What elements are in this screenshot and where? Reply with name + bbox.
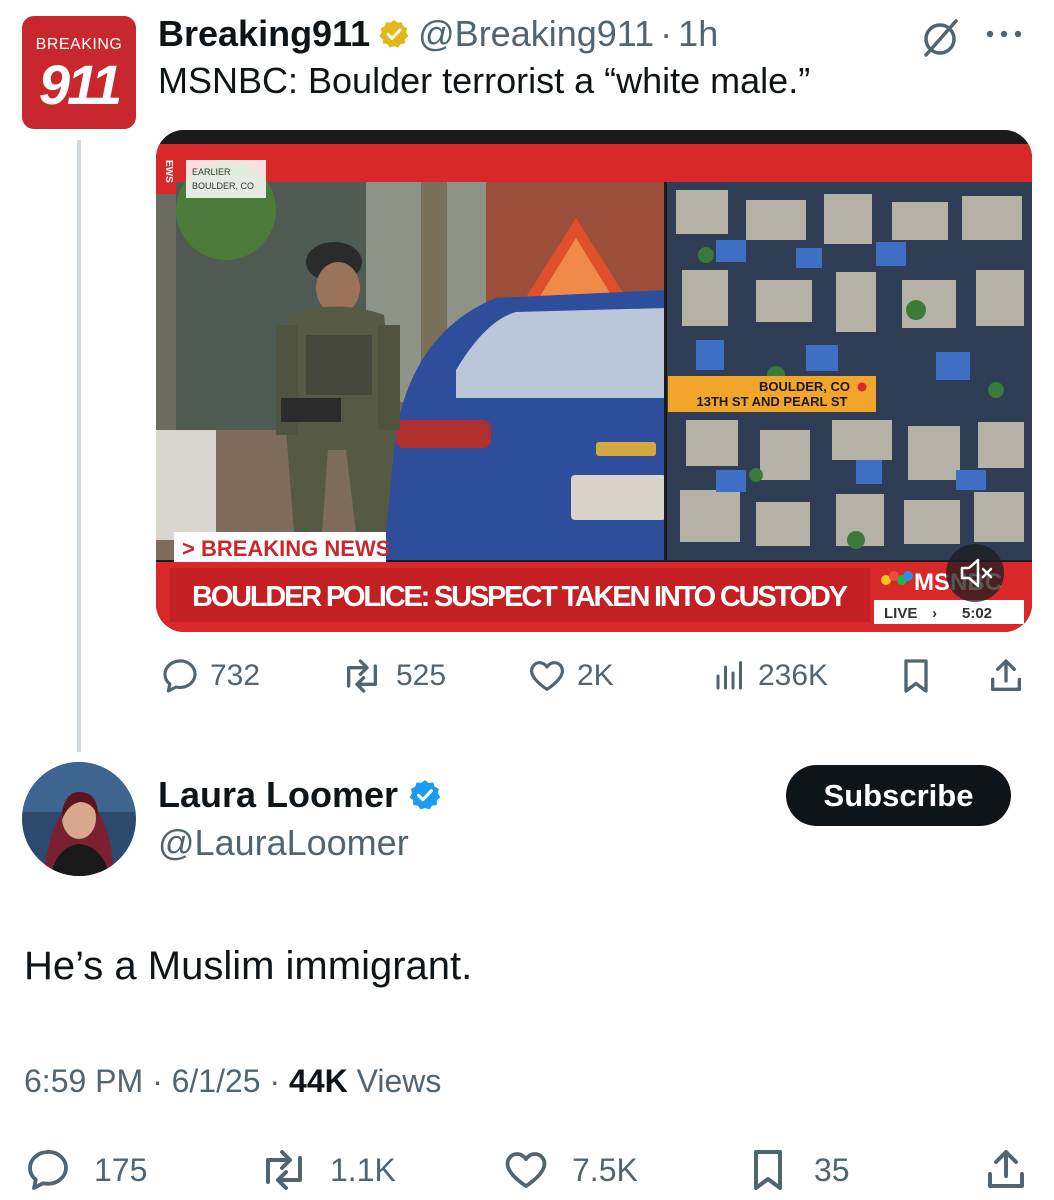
gold-checkmark-icon xyxy=(379,20,409,48)
views-button[interactable]: 236K xyxy=(712,656,828,696)
bookmark-icon xyxy=(904,659,928,693)
meta-separator: · xyxy=(152,1063,172,1099)
meta-separator: · xyxy=(269,1063,290,1099)
repost-button[interactable]: 1.1K xyxy=(256,1146,396,1194)
thread-connector-line xyxy=(77,140,81,752)
corner-tag-line2: BOULDER, CO xyxy=(192,181,254,191)
like-count: 7.5K xyxy=(572,1151,638,1188)
svg-text:›: › xyxy=(932,605,937,622)
bookmark-count: 35 xyxy=(814,1151,850,1188)
tweet-views-label: Views xyxy=(356,1063,442,1099)
mute-button[interactable] xyxy=(946,544,1004,602)
share-icon xyxy=(991,659,1021,691)
heart-icon xyxy=(530,661,564,691)
video-player[interactable]: BOULDER, CO 13TH ST AND PEARL ST EARLIER… xyxy=(156,130,1032,632)
reply-button[interactable]: 175 xyxy=(24,1146,147,1194)
reply-icon xyxy=(163,659,197,693)
quoted-tweet-header: Breaking911 @Breaking911 · 1h xyxy=(158,12,718,56)
analytics-icon xyxy=(716,661,742,690)
reply-tweet-text: He’s a Muslim immigrant. xyxy=(24,944,473,988)
tweet-views-count: 44K xyxy=(289,1063,348,1099)
avatar-911-text: 911 xyxy=(38,53,122,116)
live-time: 5:02 xyxy=(962,605,992,622)
reply-button[interactable]: 732 xyxy=(160,656,260,696)
breaking-news-label: > BREAKING NEWS xyxy=(182,536,390,561)
live-label: LIVE xyxy=(884,605,917,622)
author-display-name[interactable]: Breaking911 xyxy=(158,13,370,55)
speaker-muted-icon xyxy=(960,558,993,588)
map-tag-line1: BOULDER, CO xyxy=(759,379,850,394)
reply-author-handle[interactable]: @LauraLoomer xyxy=(158,822,409,864)
grok-icon[interactable] xyxy=(918,18,962,58)
map-tag-line2: 13TH ST AND PEARL ST xyxy=(697,394,848,409)
bookmark-button[interactable] xyxy=(896,656,936,696)
repost-button[interactable]: 525 xyxy=(338,656,446,696)
bookmark-icon xyxy=(754,1150,782,1190)
reply-count: 175 xyxy=(94,1151,148,1188)
like-count: 2K xyxy=(577,659,614,692)
heart-icon xyxy=(505,1152,547,1188)
subscribe-button[interactable]: Subscribe xyxy=(786,765,1011,826)
share-button[interactable] xyxy=(982,1146,1030,1194)
like-button[interactable]: 7.5K xyxy=(502,1146,638,1194)
repost-count: 1.1K xyxy=(330,1151,396,1188)
tweet-timestamp[interactable]: 6:59 PM xyxy=(24,1063,143,1099)
tweet-metadata: 6:59 PM · 6/1/25 · 44K Views xyxy=(24,1063,441,1100)
repost-icon xyxy=(266,1150,302,1190)
header-separator: · xyxy=(660,13,673,54)
reply-count: 732 xyxy=(210,659,261,692)
tweet-date[interactable]: 6/1/25 xyxy=(172,1063,261,1099)
breaking911-avatar[interactable]: BREAKING 911 xyxy=(22,16,136,129)
side-tag: EWS xyxy=(163,160,174,183)
tweet-time[interactable]: 1h xyxy=(678,13,718,55)
share-icon xyxy=(988,1150,1024,1188)
quoted-tweet-text: MSNBC: Boulder terrorist a “white male.” xyxy=(158,60,811,101)
like-button[interactable]: 2K xyxy=(527,656,614,696)
headline-text: BOULDER POLICE: SUSPECT TAKEN INTO CUSTO… xyxy=(192,581,848,613)
laura-loomer-avatar[interactable] xyxy=(22,762,136,876)
author-handle[interactable]: @Breaking911 xyxy=(418,13,654,55)
corner-tag-line1: EARLIER xyxy=(192,167,231,177)
reply-icon xyxy=(28,1149,68,1190)
repost-count: 525 xyxy=(396,659,447,692)
views-count: 236K xyxy=(758,659,829,692)
video-frame: BOULDER, CO 13TH ST AND PEARL ST EARLIER… xyxy=(156,130,1032,632)
reply-author-name-row: Laura Loomer xyxy=(158,774,442,816)
repost-icon xyxy=(347,659,378,693)
more-options-icon[interactable] xyxy=(980,16,1028,52)
avatar-photo xyxy=(22,762,136,876)
blue-checkmark-icon xyxy=(409,780,441,810)
reply-author-display-name[interactable]: Laura Loomer xyxy=(158,774,398,816)
share-button[interactable] xyxy=(986,656,1026,696)
bookmark-button[interactable]: 35 xyxy=(744,1146,850,1194)
